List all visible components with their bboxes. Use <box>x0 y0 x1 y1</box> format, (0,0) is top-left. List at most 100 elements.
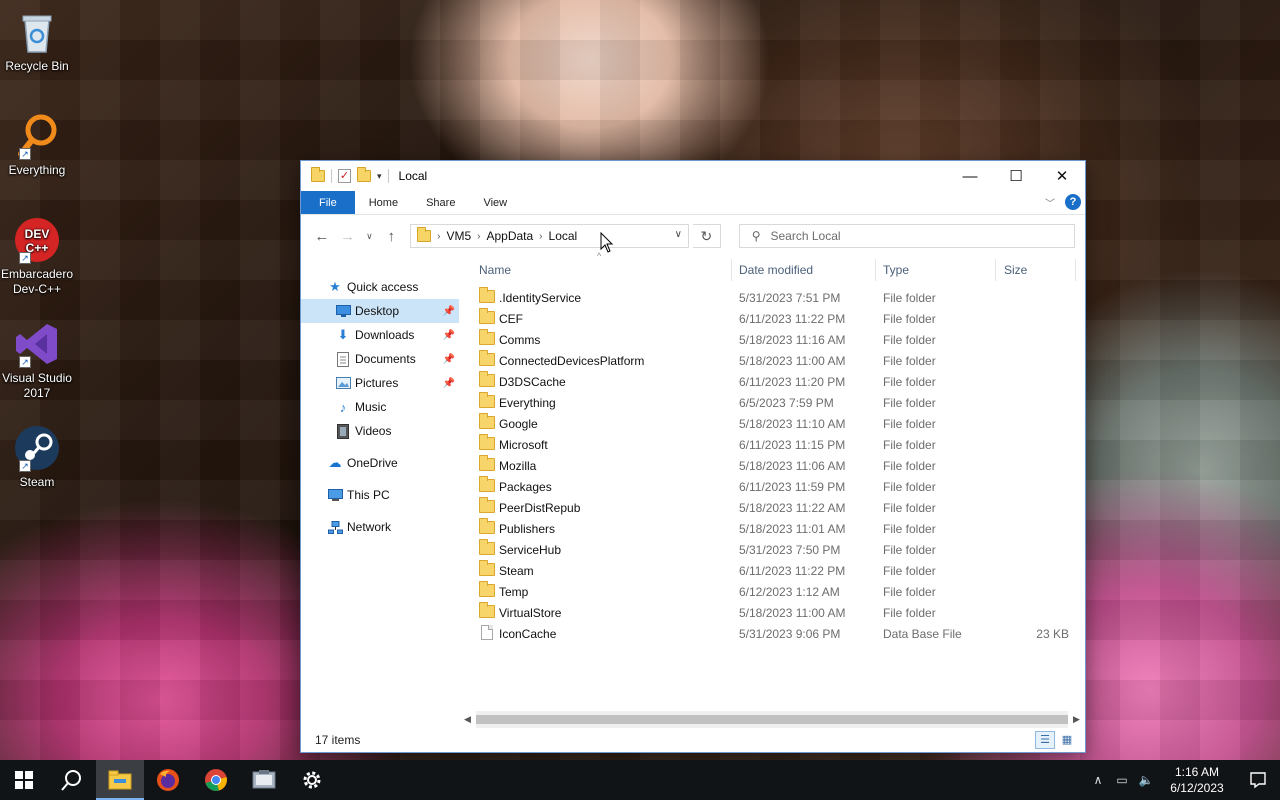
search-input[interactable] <box>770 229 1051 243</box>
scroll-left-arrow-icon[interactable]: ◀ <box>459 711 476 728</box>
taskbar-chrome[interactable] <box>192 760 240 800</box>
file-name: Microsoft <box>499 438 548 452</box>
file-name: Temp <box>499 585 529 599</box>
help-icon[interactable]: ? <box>1065 194 1081 210</box>
expand-ribbon-chevron-icon[interactable]: ﹀ <box>1045 195 1055 210</box>
file-row[interactable]: D3DSCache 6/11/2023 11:20 PM File folder <box>459 371 1085 392</box>
scrollbar-thumb[interactable] <box>476 715 1068 724</box>
up-arrow-icon[interactable]: ↑ <box>380 225 402 247</box>
tab-file[interactable]: File <box>301 191 355 214</box>
taskbar-file-explorer[interactable] <box>96 760 144 800</box>
file-row[interactable]: ServiceHub 5/31/2023 7:50 PM File folder <box>459 539 1085 560</box>
nav-network[interactable]: Network <box>301 515 459 539</box>
file-type: File folder <box>883 354 936 368</box>
search-taskbar-button[interactable] <box>48 760 96 800</box>
devcpp-app-icon: DEV C++ ↗ <box>13 216 61 264</box>
breadcrumb-appdata[interactable]: AppData <box>486 229 533 243</box>
nav-quick-access[interactable]: ★ Quick access <box>301 275 459 299</box>
large-icons-view-icon[interactable]: ▦ <box>1057 731 1077 749</box>
taskbar-settings[interactable] <box>288 760 336 800</box>
nav-item-videos[interactable]: Videos <box>301 419 459 443</box>
desktop-icon-everything[interactable]: ↗ Everything <box>0 112 74 178</box>
tab-home[interactable]: Home <box>355 191 412 214</box>
new-folder-icon[interactable] <box>357 167 371 182</box>
back-arrow-icon[interactable]: ← <box>311 225 333 247</box>
forward-arrow-icon[interactable]: → <box>337 225 359 247</box>
column-header-size[interactable]: Size <box>1004 263 1027 277</box>
action-center-button[interactable] <box>1236 771 1280 789</box>
desktop-icon-recycle-bin[interactable]: Recycle Bin <box>0 8 74 74</box>
close-button[interactable]: ✕ <box>1039 161 1085 191</box>
breadcrumb-separator-icon[interactable]: › <box>477 231 480 242</box>
desktop-icon-steam[interactable]: ↗ Steam <box>0 424 74 490</box>
refresh-icon[interactable]: ↻ <box>692 224 721 248</box>
volume-muted-icon[interactable]: 🔈 <box>1134 773 1158 787</box>
file-row[interactable]: Mozilla 5/18/2023 11:06 AM File folder <box>459 455 1085 476</box>
file-row[interactable]: Packages 6/11/2023 11:59 PM File folder <box>459 476 1085 497</box>
file-row[interactable]: PeerDistRepub 5/18/2023 11:22 AM File fold… <box>459 497 1085 518</box>
start-button[interactable] <box>0 760 48 800</box>
file-row[interactable]: VirtualStore 5/18/2023 11:00 AM File folde… <box>459 602 1085 623</box>
file-row[interactable]: CEF 6/11/2023 11:22 PM File folder <box>459 308 1085 329</box>
explorer-body: ★ Quick access Desktop 📌 ⬇ Downloads 📌 D… <box>301 251 1085 728</box>
nav-item-desktop[interactable]: Desktop 📌 <box>301 299 459 323</box>
nav-item-downloads[interactable]: ⬇ Downloads 📌 <box>301 323 459 347</box>
pin-icon[interactable]: 📌 <box>443 306 455 317</box>
recent-locations-chevron-icon[interactable]: ∨ <box>363 225 377 247</box>
file-row[interactable]: ConnectedDevicesPlatform 5/18/2023 11:00 … <box>459 350 1085 371</box>
column-header-name[interactable]: Name <box>479 263 511 277</box>
column-header-type[interactable]: Type <box>883 263 909 277</box>
document-icon <box>335 351 351 367</box>
folder-icon <box>311 167 325 182</box>
file-row[interactable]: Publishers 5/18/2023 11:01 AM File folder <box>459 518 1085 539</box>
horizontal-scrollbar[interactable]: ◀ ▶ <box>459 711 1085 728</box>
desktop-icon-label: Embarcadero Dev-C++ <box>0 267 74 296</box>
maximize-button[interactable]: ☐ <box>993 161 1039 191</box>
breadcrumb-local[interactable]: Local <box>549 229 578 243</box>
file-type: File folder <box>883 522 936 536</box>
minimize-button[interactable]: — <box>947 161 993 191</box>
desktop-icon-visual-studio[interactable]: ↗ Visual Studio 2017 <box>0 320 74 401</box>
file-row[interactable]: Google 5/18/2023 11:10 AM File folder <box>459 413 1085 434</box>
file-row[interactable]: .IdentityService 5/31/2023 7:51 PM File fo… <box>459 287 1085 308</box>
pin-icon[interactable]: 📌 <box>443 354 455 365</box>
customize-toolbar-dropdown-icon[interactable]: ▾ <box>377 171 382 182</box>
tab-share[interactable]: Share <box>412 191 469 214</box>
file-row[interactable]: Comms 5/18/2023 11:16 AM File folder <box>459 329 1085 350</box>
properties-icon[interactable]: ✓ <box>338 169 351 183</box>
scroll-right-arrow-icon[interactable]: ▶ <box>1068 711 1085 728</box>
breadcrumb-separator-icon[interactable]: › <box>539 231 542 242</box>
nav-item-pictures[interactable]: Pictures 📌 <box>301 371 459 395</box>
pin-icon[interactable]: 📌 <box>443 378 455 389</box>
network-status-icon[interactable]: ▭ <box>1110 773 1134 787</box>
file-name: .IdentityService <box>499 291 582 305</box>
nav-item-documents[interactable]: Documents 📌 <box>301 347 459 371</box>
desktop-icon-label: Visual Studio 2017 <box>2 371 72 400</box>
taskbar-clock[interactable]: 1:16 AM 6/12/2023 <box>1158 764 1236 796</box>
column-header-date-modified[interactable]: Date modified <box>739 263 813 277</box>
file-row[interactable]: Everything 6/5/2023 7:59 PM File folder <box>459 392 1085 413</box>
taskbar-firefox[interactable] <box>144 760 192 800</box>
file-type: Data Base File <box>883 627 962 641</box>
file-row[interactable]: IconCache 5/31/2023 9:06 PM Data Base File… <box>459 623 1085 644</box>
taskbar-app[interactable] <box>240 760 288 800</box>
details-view-icon[interactable]: ☰ <box>1035 731 1055 749</box>
pin-icon[interactable]: 📌 <box>443 330 455 341</box>
desktop-icon-devcpp[interactable]: DEV C++ ↗ Embarcadero Dev-C++ <box>0 216 74 297</box>
file-row[interactable]: Temp 6/12/2023 1:12 AM File folder <box>459 581 1085 602</box>
title-bar[interactable]: ✓ ▾ Local — ☐ ✕ <box>301 161 1085 191</box>
breadcrumb-vm5[interactable]: VM5 <box>446 229 471 243</box>
folder-icon <box>479 371 495 387</box>
breadcrumb-separator-icon[interactable]: › <box>437 231 440 242</box>
file-row[interactable]: Microsoft 6/11/2023 11:15 PM File folder <box>459 434 1085 455</box>
file-row[interactable]: Steam 6/11/2023 11:22 PM File folder <box>459 560 1085 581</box>
nav-onedrive[interactable]: ☁ OneDrive <box>301 451 459 475</box>
address-bar[interactable]: › VM5 › AppData › Local ∨ <box>410 224 689 248</box>
nav-item-music[interactable]: ♪ Music <box>301 395 459 419</box>
tab-view[interactable]: View <box>469 191 521 214</box>
system-tool-icon <box>252 770 276 789</box>
search-box[interactable]: ⚲ <box>738 224 1076 248</box>
show-hidden-icons-chevron-icon[interactable]: ∧ <box>1086 773 1110 787</box>
address-dropdown-chevron-icon[interactable]: ∨ <box>675 229 682 240</box>
nav-this-pc[interactable]: This PC <box>301 483 459 507</box>
